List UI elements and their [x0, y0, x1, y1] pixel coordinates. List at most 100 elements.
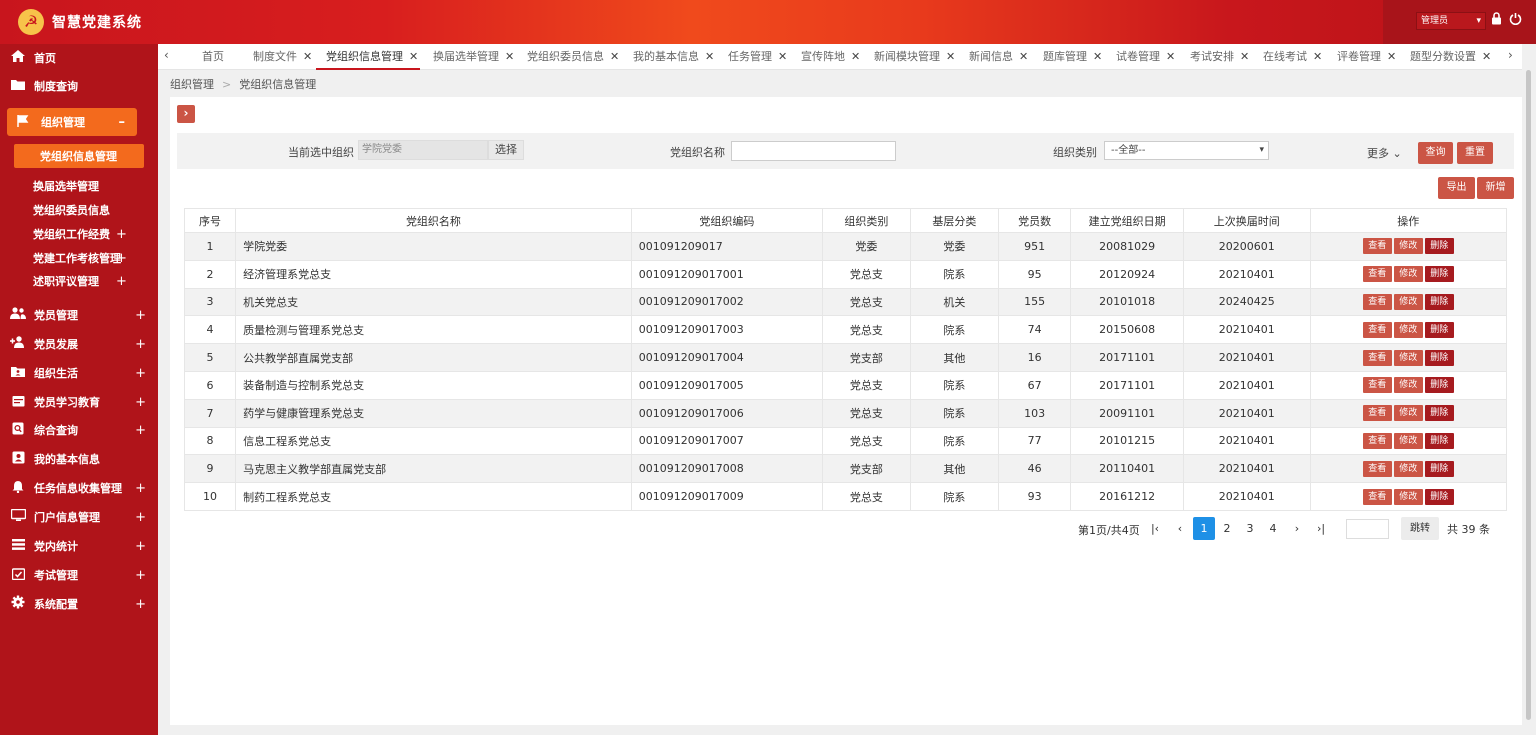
delete-button[interactable]: 删除: [1424, 432, 1454, 449]
edit-button[interactable]: 修改: [1393, 377, 1423, 394]
edit-button[interactable]: 修改: [1393, 432, 1423, 449]
view-button[interactable]: 查看: [1362, 432, 1392, 449]
table-row[interactable]: 7 药学与健康管理系党总支 001091209017006 党总支 院系 103 20091…: [183, 398, 1508, 428]
sidebar-subitem-review[interactable]: 述职评议管理 +: [33, 272, 158, 290]
page-button-2[interactable]: 2: [1216, 517, 1238, 540]
edit-button[interactable]: 修改: [1393, 266, 1423, 283]
tab-home[interactable]: 首页: [202, 44, 224, 70]
view-button[interactable]: 查看: [1362, 349, 1392, 366]
table-row[interactable]: 6 装备制造与控制系党总支 001091209017005 党总支 院系 67 201711…: [183, 370, 1508, 400]
tab-scroll-right-icon[interactable]: ›: [1508, 48, 1513, 62]
edit-button[interactable]: 修改: [1393, 293, 1423, 310]
delete-button[interactable]: 删除: [1424, 405, 1454, 422]
tab-news-module[interactable]: 新闻模块管理 ✕: [874, 44, 955, 70]
power-icon[interactable]: [1509, 12, 1522, 31]
prev-page-icon[interactable]: ‹: [1169, 517, 1191, 540]
sidebar-item-org-life[interactable]: 组织生活 +: [0, 361, 158, 385]
delete-button[interactable]: 删除: [1424, 293, 1454, 310]
delete-button[interactable]: 删除: [1424, 238, 1454, 255]
tab-scroll-left-icon[interactable]: ‹: [164, 48, 169, 62]
view-button[interactable]: 查看: [1362, 460, 1392, 477]
close-icon[interactable]: ✕: [778, 50, 787, 63]
page-button-4[interactable]: 4: [1262, 517, 1284, 540]
sidebar-item-exams[interactable]: 考试管理 +: [0, 563, 158, 587]
tab-news[interactable]: 新闻信息 ✕: [969, 44, 1028, 70]
view-button[interactable]: 查看: [1362, 266, 1392, 283]
view-button[interactable]: 查看: [1362, 293, 1392, 310]
tab-propaganda[interactable]: 宣传阵地 ✕: [801, 44, 860, 70]
tab-exam-schedule[interactable]: 考试安排 ✕: [1190, 44, 1249, 70]
sidebar-item-members[interactable]: 党员管理 +: [0, 303, 158, 327]
edit-button[interactable]: 修改: [1393, 349, 1423, 366]
page-button-3[interactable]: 3: [1239, 517, 1261, 540]
close-icon[interactable]: ✕: [505, 50, 514, 63]
edit-button[interactable]: 修改: [1393, 488, 1423, 505]
sidebar-item-portal[interactable]: 门户信息管理 +: [0, 505, 158, 529]
close-icon[interactable]: ✕: [1387, 50, 1396, 63]
close-icon[interactable]: ✕: [946, 50, 955, 63]
view-button[interactable]: 查看: [1362, 488, 1392, 505]
tab-tasks[interactable]: 任务管理 ✕: [728, 44, 787, 70]
sidebar-item-home[interactable]: 首页: [0, 46, 158, 70]
edit-button[interactable]: 修改: [1393, 321, 1423, 338]
table-row[interactable]: 8 信息工程系党总支 001091209017007 党总支 院系 77 20101215 2…: [183, 426, 1508, 456]
sidebar-subitem-election[interactable]: 换届选举管理: [33, 177, 158, 195]
first-page-icon[interactable]: |‹: [1144, 517, 1166, 540]
sidebar-subitem-committee[interactable]: 党组织委员信息: [33, 201, 158, 219]
edit-button[interactable]: 修改: [1393, 405, 1423, 422]
table-row[interactable]: 9 马克思主义教学部直属党支部 001091209017008 党支部 其他 46 2011…: [183, 454, 1508, 484]
jump-page-input[interactable]: [1346, 519, 1389, 539]
jump-button[interactable]: 跳转: [1401, 517, 1439, 540]
user-select[interactable]: 管理员 ▾: [1416, 12, 1486, 30]
view-button[interactable]: 查看: [1362, 405, 1392, 422]
close-icon[interactable]: ✕: [1019, 50, 1028, 63]
next-page-icon[interactable]: ›: [1286, 517, 1308, 540]
tab-question-bank[interactable]: 题库管理 ✕: [1043, 44, 1102, 70]
tab-grading[interactable]: 评卷管理 ✕: [1337, 44, 1396, 70]
delete-button[interactable]: 删除: [1424, 349, 1454, 366]
table-row[interactable]: 4 质量检测与管理系党总支 001091209017003 党总支 院系 74 201506…: [183, 315, 1508, 345]
table-row[interactable]: 2 经济管理系党总支 001091209017001 党总支 院系 95 20120924 2…: [183, 259, 1508, 289]
close-icon[interactable]: ✕: [1166, 50, 1175, 63]
org-name-input[interactable]: [731, 141, 896, 161]
tab-my-info[interactable]: 我的基本信息 ✕: [633, 44, 714, 70]
sidebar-item-my-info[interactable]: 我的基本信息: [0, 447, 158, 471]
delete-button[interactable]: 删除: [1424, 377, 1454, 394]
close-icon[interactable]: ✕: [705, 50, 714, 63]
close-icon[interactable]: ✕: [303, 50, 312, 63]
edit-button[interactable]: 修改: [1393, 238, 1423, 255]
sidebar-subitem-assessment[interactable]: 党建工作考核管理 +: [33, 249, 158, 267]
more-filters-button[interactable]: 更多 ⌄: [1367, 145, 1402, 161]
last-page-icon[interactable]: ›|: [1310, 517, 1332, 540]
sidebar-subitem-org-info[interactable]: 党组织信息管理: [14, 144, 144, 168]
tab-policy-docs[interactable]: 制度文件 ✕: [253, 44, 312, 70]
sidebar-item-settings[interactable]: 系统配置 +: [0, 592, 158, 616]
close-icon[interactable]: ✕: [409, 50, 418, 63]
reset-button[interactable]: 重置: [1457, 142, 1493, 164]
close-icon[interactable]: ✕: [610, 50, 619, 63]
table-row[interactable]: 1 学院党委 001091209017 党委 党委 951 20081029 20200601…: [183, 232, 1508, 261]
export-button[interactable]: 导出: [1438, 177, 1475, 199]
sidebar-item-org[interactable]: 组织管理 –: [7, 108, 137, 136]
delete-button[interactable]: 删除: [1424, 266, 1454, 283]
breadcrumb-parent[interactable]: 组织管理: [170, 78, 214, 91]
sidebar-item-stats[interactable]: 党内统计 +: [0, 534, 158, 558]
delete-button[interactable]: 删除: [1424, 460, 1454, 477]
tab-election[interactable]: 换届选举管理 ✕: [433, 44, 514, 70]
tab-online-exam[interactable]: 在线考试 ✕: [1263, 44, 1322, 70]
delete-button[interactable]: 删除: [1424, 321, 1454, 338]
delete-button[interactable]: 删除: [1424, 488, 1454, 505]
table-row[interactable]: 3 机关党总支 001091209017002 党总支 机关 155 20101018 202…: [183, 287, 1508, 317]
sidebar-item-query[interactable]: 综合查询 +: [0, 418, 158, 442]
sidebar-item-study[interactable]: 党员学习教育 +: [0, 390, 158, 414]
close-icon[interactable]: ✕: [1313, 50, 1322, 63]
sidebar-item-policy[interactable]: 制度查询: [0, 74, 158, 98]
page-button-1[interactable]: 1: [1193, 517, 1215, 540]
tab-papers[interactable]: 试卷管理 ✕: [1116, 44, 1175, 70]
sidebar-item-tasks[interactable]: 任务信息收集管理 +: [0, 476, 158, 500]
scrollbar-thumb[interactable]: [1526, 70, 1531, 720]
tab-org-info[interactable]: 党组织信息管理 ✕: [316, 44, 421, 70]
selected-org-input[interactable]: 学院党委: [358, 140, 488, 160]
edit-button[interactable]: 修改: [1393, 460, 1423, 477]
view-button[interactable]: 查看: [1362, 321, 1392, 338]
